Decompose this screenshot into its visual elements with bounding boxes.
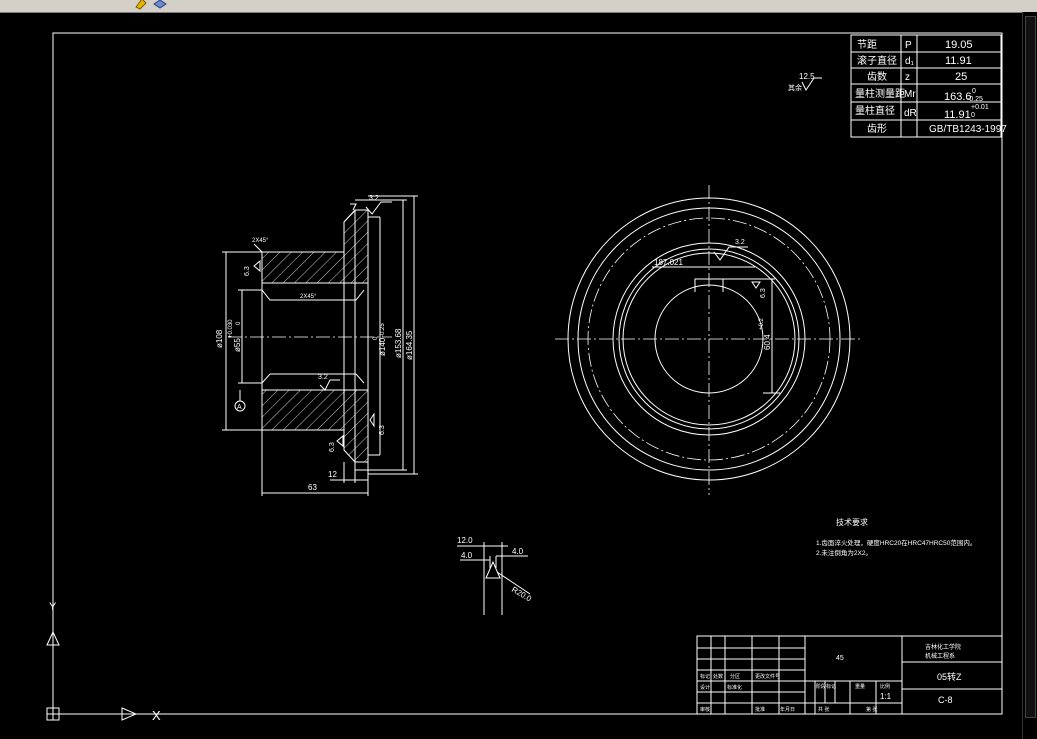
dim-d55-tol: +0.030 <box>228 319 234 338</box>
scrollbar-thumb[interactable] <box>1025 16 1036 718</box>
rough-bottom: 6.3 <box>329 442 336 452</box>
cad-drawing: 节距 P 19.05 滚子直径 d₁ 11.91 齿数 z 25 量柱测量距 M… <box>46 32 1007 723</box>
chamfer-inner: 2X45° <box>300 294 317 300</box>
table-row-name: 滚子直径 <box>857 54 897 67</box>
dim-12: 12 <box>328 470 337 479</box>
svg-text:更改文件号: 更改文件号 <box>755 673 780 680</box>
table-row-symbol: dR <box>904 108 917 119</box>
dim-d55-tol2: 0 <box>236 321 242 325</box>
tooth-radius: R20.0 <box>510 585 533 604</box>
dim-d140-tol2: -0.25 <box>380 323 386 337</box>
technical-notes: 技术要求 1.齿面淬火处理，硬度HRC20在HRC47HRC50范围内。 2.未… <box>816 517 976 557</box>
key-tol: +0.2 <box>759 317 765 330</box>
dim-d108: ø108 <box>215 329 224 348</box>
svg-text:第 张: 第 张 <box>866 706 877 713</box>
svg-text:12.5: 12.5 <box>799 72 815 81</box>
table-row-symbol: Mr <box>904 89 916 100</box>
svg-text:设计: 设计 <box>700 684 710 691</box>
rough-bore: 3.2 <box>318 374 328 381</box>
table-row-name: 量柱测量距 <box>855 87 905 100</box>
table-row-value: 11.91 <box>945 55 972 67</box>
tb-dept: 机械工程系 <box>925 652 955 660</box>
svg-text:比例: 比例 <box>880 683 890 690</box>
tb-code: 05转Z <box>937 671 962 682</box>
table-row-name: 节距 <box>857 39 877 51</box>
tb-scale: 1:1 <box>880 692 892 701</box>
dim-d140: ø140 <box>378 337 387 356</box>
table-row-symbol: d₁ <box>905 56 915 67</box>
rough-side: 6.3 <box>760 288 767 298</box>
table-row-symbol: z <box>905 72 910 83</box>
table-row-tol-dn: 0 <box>971 112 975 119</box>
notes-title: 技术要求 <box>836 517 868 527</box>
svg-text:处数: 处数 <box>713 673 723 680</box>
section-view: ø108 ø55 +0.030 0 ø140 0 -0.25 ø153.68 ø… <box>215 195 418 496</box>
svg-text:年月日: 年月日 <box>780 706 795 713</box>
tooth-w-right: 4.0 <box>512 547 524 556</box>
table-row-value: 11.91 <box>944 109 971 121</box>
table-row-tol-up: +0.01 <box>971 104 989 111</box>
svg-text:批准: 批准 <box>755 706 765 713</box>
chord-dim: 187.021 <box>654 258 683 267</box>
svg-text:共 张: 共 张 <box>818 706 829 713</box>
ucs-icon: Y X <box>46 600 161 723</box>
svg-text:重量: 重量 <box>855 683 865 690</box>
rough-key: 3.2 <box>735 239 745 246</box>
key-depth-dim: 60.4 <box>763 334 772 350</box>
chamfer-top: 2X45° <box>252 238 269 244</box>
svg-text:其余: 其余 <box>788 83 802 92</box>
dim-d153: ø153.68 <box>394 328 403 358</box>
ucs-x-label: X <box>152 708 161 723</box>
tooth-w-total: 12.0 <box>457 536 473 545</box>
rough-face: 6.3 <box>379 425 386 435</box>
drawing-border <box>52 32 1003 715</box>
tb-school: 吉林化工学院 <box>925 643 961 651</box>
table-row-name: 齿数 <box>867 70 887 83</box>
table-row-value: 25 <box>955 71 967 83</box>
svg-text:标准化: 标准化 <box>727 684 742 691</box>
dim-d55: ø55 <box>233 338 242 352</box>
svg-text:分区: 分区 <box>730 673 740 680</box>
dim-63: 63 <box>308 483 317 492</box>
table-row-name: 量柱直径 <box>855 104 895 117</box>
table-row-value: 19.05 <box>945 39 973 51</box>
table-row-value: GB/TB1243-1997 <box>929 124 1007 135</box>
table-row-name: 齿形 <box>867 123 887 135</box>
tb-material: 45 <box>836 655 844 662</box>
rough-left: 6.3 <box>244 266 251 276</box>
dim-d164: ø164.35 <box>405 330 414 360</box>
notes-item: 1.齿面淬火处理，硬度HRC20在HRC47HRC50范围内。 <box>816 538 976 547</box>
tb-drawing-no: C-8 <box>938 695 953 705</box>
table-row-tol-up: 0 <box>972 88 976 95</box>
vertical-scrollbar[interactable] <box>1022 12 1037 739</box>
tooth-w-left: 4.0 <box>461 551 473 560</box>
tooth-detail: 12.0 4.0 4.0 R20.0 <box>457 536 533 615</box>
table-row-symbol: P <box>905 40 912 51</box>
svg-text:阶段标记: 阶段标记 <box>816 683 836 690</box>
rough-top: 3.2 <box>369 195 379 202</box>
title-block: 45 吉林化工学院 机械工程系 05转Z C-8 1:1 标记 处数 分区 更改… <box>696 635 1003 715</box>
roughness-general-symbol: 12.5 其余 <box>788 72 822 92</box>
svg-text:标记: 标记 <box>700 673 710 680</box>
svg-text:审核: 审核 <box>700 706 710 713</box>
table-row-tol-dn: -0.25 <box>967 96 983 103</box>
parameter-table: 节距 P 19.05 滚子直径 d₁ 11.91 齿数 z 25 量柱测量距 M… <box>850 34 1007 138</box>
front-view: 187.021 3.2 6.3 60.4 +0.2 <box>555 185 862 495</box>
datum-label: A <box>237 404 242 411</box>
ucs-y-label: Y <box>49 601 57 613</box>
notes-item: 2.未注倒角为2X2。 <box>816 548 872 557</box>
